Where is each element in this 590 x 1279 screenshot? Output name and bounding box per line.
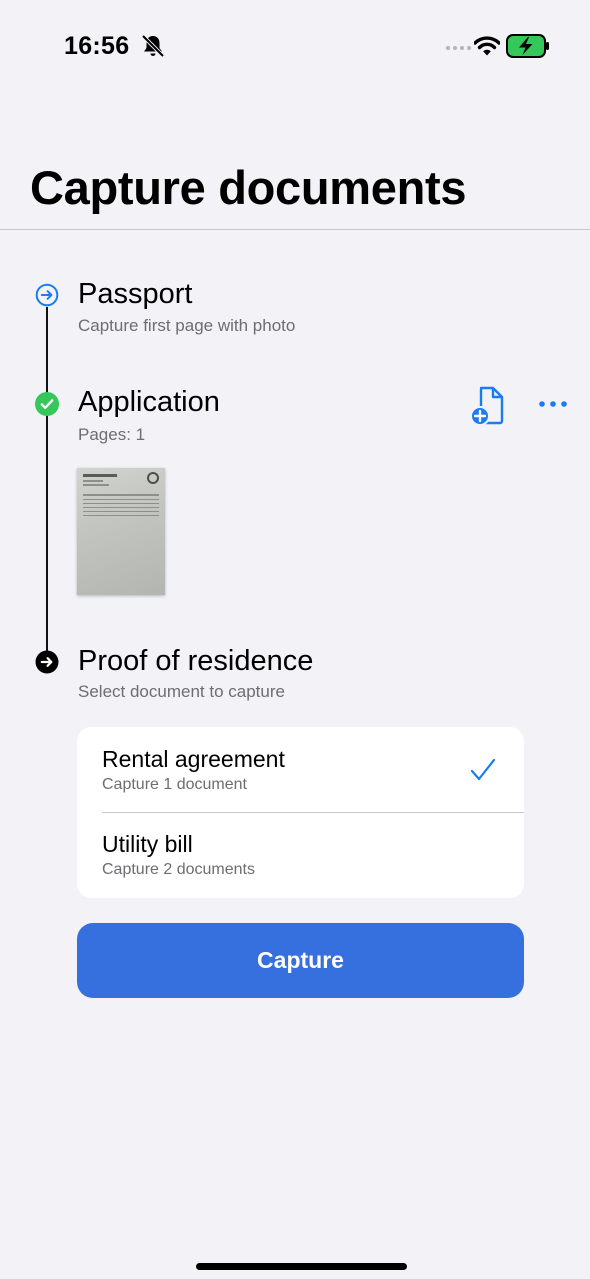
doc-add-icon[interactable] — [470, 385, 510, 425]
wifi-icon — [474, 36, 500, 56]
step-subtitle-application: Pages: 1 — [78, 425, 146, 444]
arrow-right-circle-filled-icon — [35, 650, 59, 674]
step-subtitle-proof-of-residence: Select document to capture — [78, 682, 285, 701]
page-title: Capture documents — [30, 161, 467, 214]
home-indicator — [196, 1263, 407, 1270]
step-title-proof-of-residence[interactable]: Proof of residence — [78, 645, 313, 678]
title-divider — [0, 229, 590, 230]
option-subtitle: Capture 2 documents — [102, 861, 255, 878]
timeline-line — [46, 296, 48, 660]
status-time: 16:56 — [64, 32, 130, 60]
option-label: Utility bill — [102, 831, 193, 857]
status-bar: 16:56 — [0, 0, 590, 96]
option-subtitle: Capture 1 document — [102, 776, 247, 793]
capture-button[interactable]: Capture — [77, 923, 524, 998]
bell-slash-icon — [141, 34, 165, 58]
step-subtitle-passport: Capture first page with photo — [78, 316, 296, 335]
document-type-list: Rental agreement Capture 1 document Util… — [77, 727, 524, 898]
step-title-application[interactable]: Application — [78, 386, 220, 419]
option-label: Rental agreement — [102, 746, 285, 772]
cellular-signal-icon — [446, 46, 471, 50]
checkmark-icon — [470, 758, 496, 781]
more-icon[interactable] — [537, 394, 569, 414]
step-title-passport[interactable]: Passport — [78, 278, 192, 311]
option-rental-agreement[interactable]: Rental agreement Capture 1 document — [77, 727, 524, 812]
checkmark-circle-icon — [35, 392, 59, 416]
page-thumbnail[interactable] — [77, 468, 165, 595]
battery-charging-icon — [506, 34, 549, 58]
arrow-right-circle-outline-icon — [35, 283, 59, 307]
option-utility-bill[interactable]: Utility bill Capture 2 documents — [77, 813, 524, 898]
